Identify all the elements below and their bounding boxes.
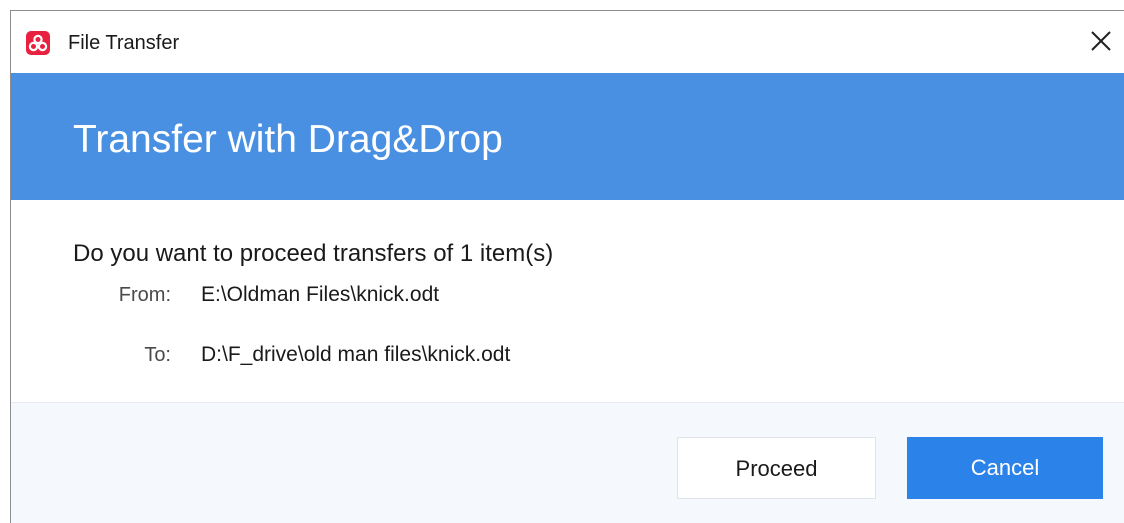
header-banner: Transfer with Drag&Drop [11,73,1124,200]
transfer-details: Do you want to proceed transfers of 1 it… [11,200,1124,402]
window-title: File Transfer [68,32,180,54]
app-logo-icon [26,31,50,55]
background-window-strip [0,0,1124,10]
to-label: To: [144,344,171,366]
close-icon [1091,31,1111,51]
cancel-button[interactable]: Cancel [907,437,1103,499]
from-path: E:\Oldman Files\knick.odt [201,283,440,306]
dialog-footer: Proceed Cancel [11,402,1124,523]
title-bar: File Transfer [11,11,1124,73]
to-path: D:\F_drive\old man files\knick.odt [201,343,511,366]
close-button[interactable] [1078,21,1124,61]
confirmation-question: Do you want to proceed transfers of 1 it… [73,240,554,267]
banner-title: Transfer with Drag&Drop [73,118,503,161]
file-transfer-dialog: File Transfer Transfer with Drag&Drop Do… [10,10,1124,523]
proceed-button[interactable]: Proceed [677,437,876,499]
from-label: From: [118,284,171,306]
